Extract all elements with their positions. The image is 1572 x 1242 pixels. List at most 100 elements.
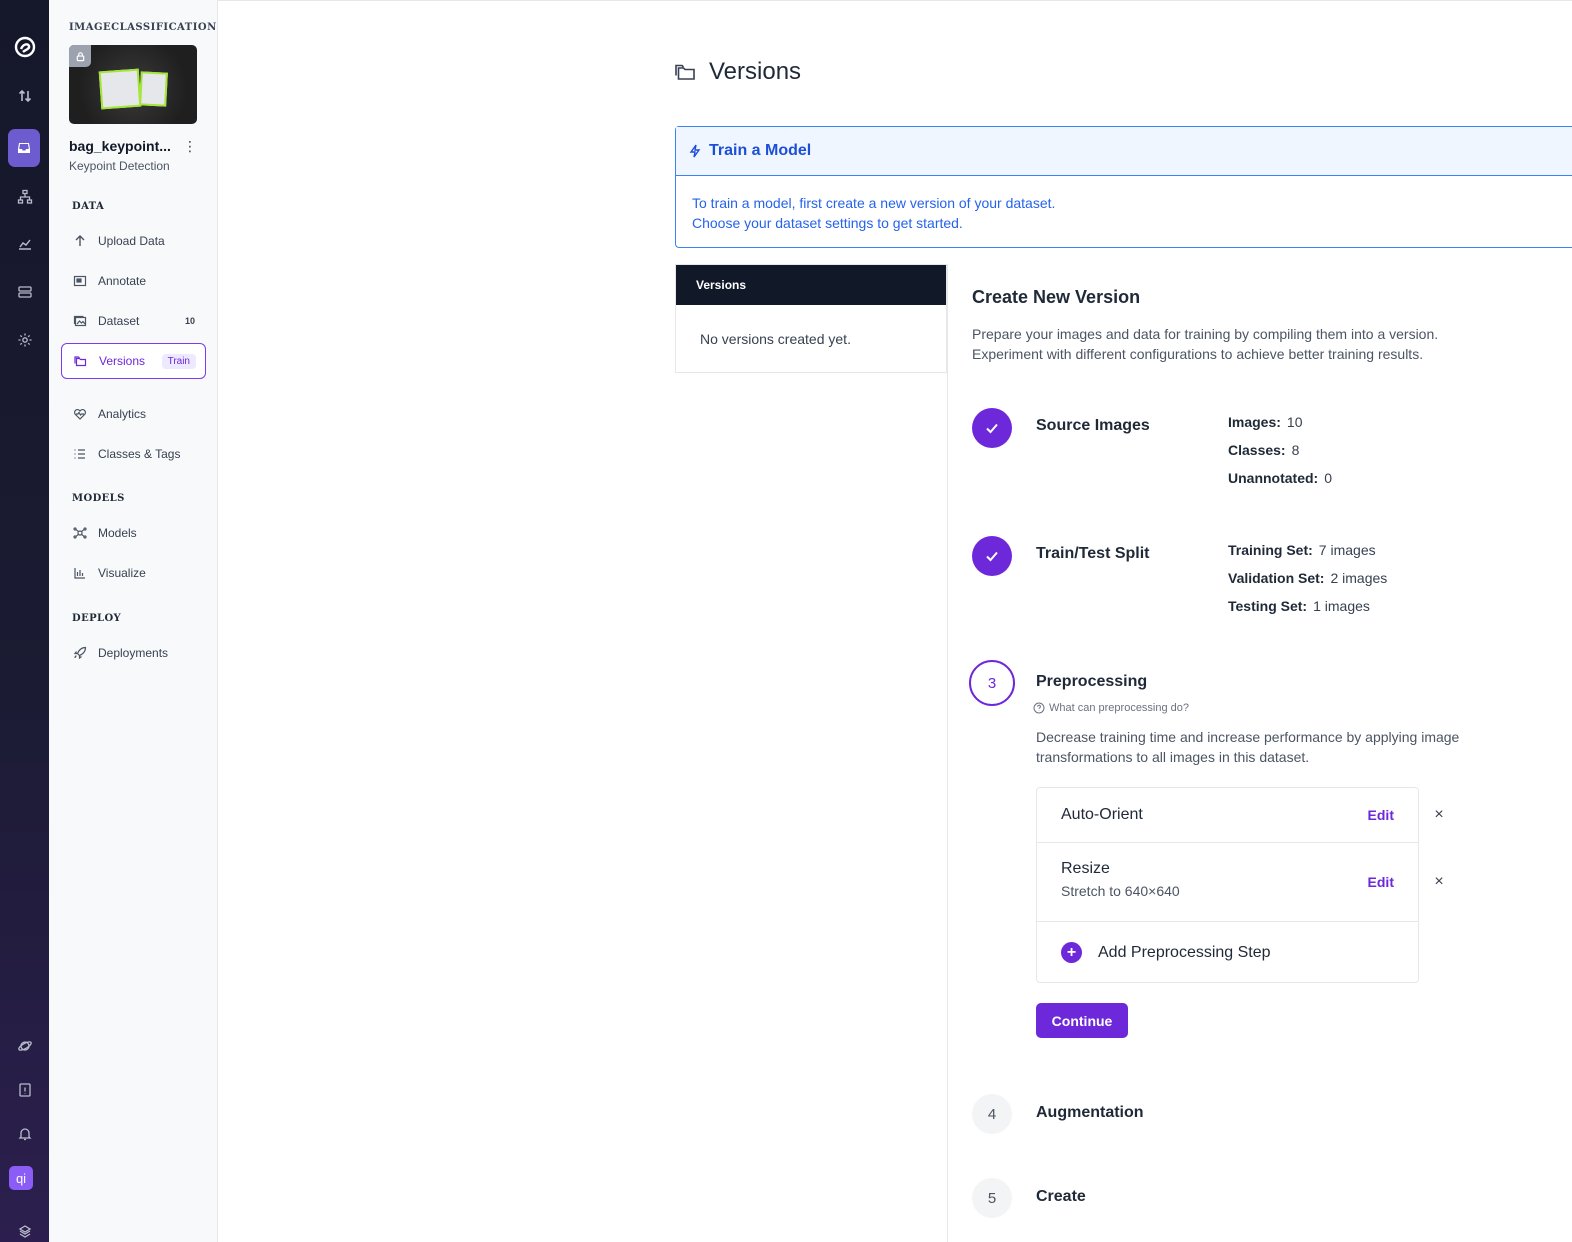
upload-arrow-icon	[73, 234, 88, 249]
bell-icon[interactable]	[9, 1118, 40, 1149]
preprocessing-help-link[interactable]: What can preprocessing do?	[1033, 702, 1189, 714]
lightning-icon	[689, 144, 701, 158]
top-border	[218, 0, 1572, 1]
stack-icon[interactable]	[9, 1216, 40, 1242]
preprocessing-description: Decrease training time and increase perf…	[1036, 727, 1506, 767]
section-models: MODELS	[72, 493, 125, 504]
source-images-count: Images: 10	[1228, 414, 1303, 430]
remove-resize-close-icon[interactable]: ×	[1431, 873, 1447, 890]
thumbnail-card-left	[98, 68, 142, 110]
train-model-alert: Train a Model To train a model, first cr…	[675, 126, 1572, 248]
annotate-icon	[73, 274, 88, 289]
bar-chart-icon	[73, 566, 88, 581]
question-circle-icon	[1033, 702, 1045, 714]
preprocessing-step-auto-orient: Auto-Orient Edit	[1037, 788, 1418, 843]
pre-desc-line-2: transformations to all images in this da…	[1036, 749, 1310, 765]
workflows-icon[interactable]	[9, 181, 40, 212]
storage-icon[interactable]	[9, 276, 40, 307]
step-preprocessing-label: Preprocessing	[1036, 673, 1148, 690]
versions-list-panel: Versions No versions created yet.	[675, 264, 947, 373]
edit-auto-orient-button[interactable]: Edit	[1368, 807, 1394, 823]
user-avatar[interactable]: qi	[9, 1166, 33, 1190]
images-icon	[73, 314, 88, 329]
alert-title: Train a Model	[709, 142, 812, 159]
edit-resize-button[interactable]: Edit	[1368, 874, 1394, 890]
kv-value: 8	[1291, 442, 1300, 458]
sidebar-item-annotate[interactable]: Annotate	[61, 263, 206, 299]
check-icon	[986, 551, 998, 562]
page-title-text: Versions	[709, 58, 802, 85]
workspace-title[interactable]: IMAGECLASSIFICATION	[69, 22, 217, 33]
sidebar-item-dataset[interactable]: Dataset 10	[61, 303, 206, 339]
projects-icon[interactable]	[8, 129, 40, 167]
graph-icon	[73, 526, 88, 541]
training-set-count: Training Set: 7 images	[1228, 542, 1376, 558]
help-text: What can preprocessing do?	[1049, 702, 1190, 714]
app-root: qi IMAGECLASSIFICATION bag_keypoint... ⋮…	[0, 0, 1572, 1242]
alert-line-2: Choose your dataset settings to get star…	[692, 215, 963, 231]
project-name[interactable]: bag_keypoint...	[69, 138, 171, 154]
transfer-icon[interactable]	[9, 80, 40, 111]
sidebar-item-upload[interactable]: Upload Data	[61, 223, 206, 259]
analytics-icon[interactable]	[9, 228, 40, 259]
pre-desc-line-1: Decrease training time and increase perf…	[1036, 729, 1460, 745]
page-title: Versions	[674, 58, 801, 86]
kv-value: 10	[1286, 414, 1303, 430]
step-preprocessing-current[interactable]: 3	[969, 660, 1015, 706]
alert-line-1: To train a model, first create a new ver…	[692, 195, 1056, 211]
source-classes-count: Classes: 8	[1228, 442, 1299, 458]
kv-value: 0	[1324, 470, 1333, 486]
section-data: DATA	[72, 201, 105, 212]
create-desc-line-2: Experiment with different configurations…	[972, 346, 1424, 362]
sidebar-item-label: Annotate	[98, 274, 147, 288]
step-name: Resize	[1061, 860, 1110, 877]
sidebar-item-versions[interactable]: Versions Train	[61, 343, 206, 379]
create-version-description: Prepare your images and data for trainin…	[972, 324, 1532, 364]
sidebar-item-analytics[interactable]: Analytics	[61, 396, 206, 432]
create-desc-line-1: Prepare your images and data for trainin…	[972, 326, 1439, 342]
sidebar-item-label: Classes & Tags	[98, 447, 181, 461]
step-augmentation-number[interactable]: 4	[972, 1094, 1012, 1134]
step-source-done[interactable]	[972, 408, 1012, 448]
alert-header: Train a Model	[676, 127, 1572, 176]
icon-rail: qi	[0, 0, 49, 1242]
project-thumbnail[interactable]	[69, 45, 197, 124]
versions-empty-state: No versions created yet.	[700, 331, 851, 347]
sidebar-item-label: Upload Data	[98, 234, 165, 248]
sidebar-item-visualize[interactable]: Visualize	[61, 555, 206, 591]
folders-icon	[675, 64, 695, 80]
step-split-done[interactable]	[972, 536, 1012, 576]
sidebar-item-label: Models	[98, 526, 137, 540]
sidebar-item-label: Analytics	[98, 407, 147, 421]
settings-icon[interactable]	[9, 324, 40, 355]
remove-auto-orient-close-icon[interactable]: ×	[1431, 806, 1447, 823]
rocket-icon	[73, 646, 88, 661]
section-deploy: DEPLOY	[72, 613, 122, 624]
train-badge: Train	[161, 353, 196, 369]
step-split-label[interactable]: Train/Test Split	[1036, 545, 1150, 563]
project-sidebar: IMAGECLASSIFICATION bag_keypoint... ⋮ Ke…	[49, 0, 218, 1242]
step-source-label[interactable]: Source Images	[1036, 417, 1150, 435]
versions-list-header: Versions	[676, 265, 946, 305]
source-unannotated-count: Unannotated: 0	[1228, 470, 1332, 486]
sidebar-item-models[interactable]: Models	[61, 515, 206, 551]
list-icon	[73, 447, 88, 462]
kv-value: 2 images	[1330, 570, 1388, 586]
testing-set-count: Testing Set: 1 images	[1228, 598, 1370, 614]
add-preprocessing-step-button[interactable]: + Add Preprocessing Step	[1061, 942, 1271, 963]
sidebar-item-label: Dataset	[98, 314, 140, 328]
project-menu-icon[interactable]: ⋮	[183, 139, 197, 153]
lock-icon	[69, 45, 91, 67]
add-step-label: Add Preprocessing Step	[1098, 943, 1271, 961]
sidebar-item-label: Deployments	[98, 646, 169, 660]
sidebar-item-classes[interactable]: Classes & Tags	[61, 436, 206, 472]
folders-icon	[74, 354, 89, 369]
docs-icon[interactable]	[9, 1074, 40, 1105]
continue-button[interactable]: Continue	[1036, 1003, 1128, 1038]
logo-icon[interactable]	[9, 31, 40, 62]
universe-icon[interactable]	[9, 1030, 40, 1061]
dataset-count-badge: 10	[184, 316, 195, 326]
step-create-number[interactable]: 5	[972, 1178, 1012, 1218]
sidebar-item-deployments[interactable]: Deployments	[61, 635, 206, 671]
step-detail: Stretch to 640×640	[1061, 883, 1180, 899]
